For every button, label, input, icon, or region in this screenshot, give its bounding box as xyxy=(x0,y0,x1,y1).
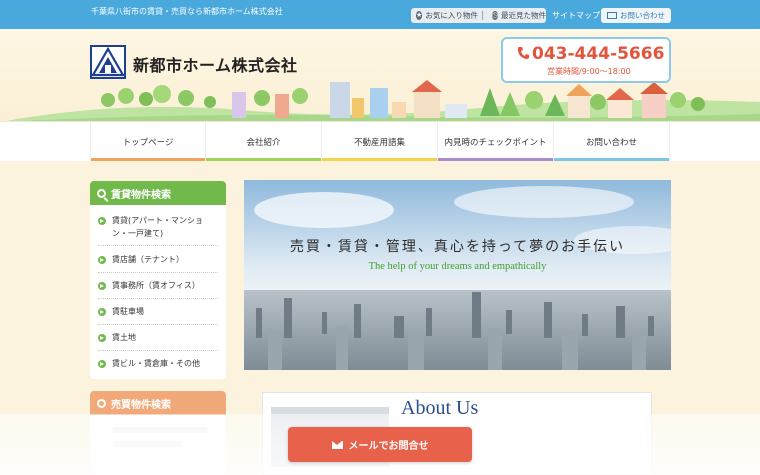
sidebar-item-parking[interactable]: 賃駐車場 xyxy=(98,305,218,325)
phone-box: 043-444-5666 営業時間/9:00～18:00 xyxy=(501,37,671,83)
nav-underline xyxy=(91,158,205,161)
nav-underline xyxy=(206,158,321,161)
top-contact-button[interactable]: お問い合わせ xyxy=(601,8,671,23)
utility-pill: ★ お気に入り物件 ◷ 最近見た物件 xyxy=(411,8,546,23)
sidebar-item-label: 賃ビル・賃倉庫・その他 xyxy=(112,359,200,368)
phone-number: 043-444-5666 xyxy=(532,44,665,64)
sidebar-item-store[interactable]: 賃店舗（テナント） xyxy=(98,253,218,273)
nav-label: トップページ xyxy=(122,137,174,148)
recent-link[interactable]: 最近見た物件 xyxy=(501,10,546,21)
phone-icon xyxy=(518,47,529,59)
nav-label: お問い合わせ xyxy=(585,137,637,148)
nav-top[interactable]: トップページ xyxy=(90,122,206,161)
star-icon: ★ xyxy=(416,11,423,20)
mail-contact-button[interactable]: メールでお問合せ xyxy=(288,427,472,462)
sidebar-item-label: 賃駐車場 xyxy=(112,307,144,316)
hero-subheadline: The help of your dreams and empathically xyxy=(368,261,547,272)
nav-glossary[interactable]: 不動産用語集 xyxy=(322,122,438,161)
sidebar-item-label: 賃貸(アパート・マンション・一戸建て) xyxy=(112,216,203,238)
rental-search-panel: 賃貸物件検索 賃貸(アパート・マンション・一戸建て) 賃店舗（テナント） 賃事務… xyxy=(90,181,226,379)
divider xyxy=(481,11,483,20)
arrow-bullet-icon xyxy=(98,256,106,264)
sidebar-item-label: 賃事務所（賃オフィス） xyxy=(112,281,200,290)
sale-search-heading: 売買物件検索 xyxy=(90,391,226,415)
arrow-bullet-icon xyxy=(98,282,106,290)
sidebar-item-label: 賃土地 xyxy=(112,333,136,342)
nav-checkpoints[interactable]: 内見時のチェックポイント xyxy=(438,122,554,161)
mail-contact-label: メールでお問合せ xyxy=(348,441,429,452)
mail-icon xyxy=(331,440,343,449)
nav-underline xyxy=(554,158,669,161)
rental-search-title: 賃貸物件検索 xyxy=(111,189,171,201)
global-nav: トップページ 会社紹介 不動産用語集 内見時のチェックポイント お問い合わせ xyxy=(0,121,760,161)
sidebar-item-label: 賃店舗（テナント） xyxy=(112,255,184,264)
arrow-bullet-icon xyxy=(98,334,106,342)
search-icon xyxy=(97,188,106,198)
sale-search-title: 売買物件検索 xyxy=(111,399,171,411)
nav-company[interactable]: 会社紹介 xyxy=(206,122,322,161)
sidebar-item-land[interactable]: 賃土地 xyxy=(98,331,218,351)
search-icon xyxy=(97,398,106,408)
arrow-bullet-icon xyxy=(98,360,106,368)
company-name: 新都市ホーム株式会社 xyxy=(133,56,298,75)
nav-label: 会社紹介 xyxy=(246,137,281,148)
sitemap-link[interactable]: サイトマップ xyxy=(552,10,600,21)
company-logo[interactable] xyxy=(90,45,126,79)
hero-headline: 売買・賃貸・管理、真心を持って夢のお手伝い xyxy=(289,239,626,255)
top-contact-label: お問い合わせ xyxy=(620,11,665,20)
mail-icon xyxy=(607,12,617,19)
arrow-bullet-icon xyxy=(98,217,106,225)
favorites-link[interactable]: お気に入り物件 xyxy=(425,10,478,21)
business-hours: 営業時間/9:00～18:00 xyxy=(547,67,631,76)
nav-label: 不動産用語集 xyxy=(353,137,405,148)
nav-underline xyxy=(438,158,553,161)
site-tagline: 千葉県八街市の賃貸・売買なら新都市ホーム株式会社 xyxy=(91,7,283,16)
nav-label: 内見時のチェックポイント xyxy=(444,137,547,148)
rental-search-heading: 賃貸物件検索 xyxy=(90,181,226,205)
nav-underline xyxy=(322,158,437,161)
nav-contact[interactable]: お問い合わせ xyxy=(554,122,670,161)
sidebar-item-residential[interactable]: 賃貸(アパート・マンション・一戸建て) xyxy=(98,214,218,246)
sidebar-item-other[interactable]: 賃ビル・賃倉庫・その他 xyxy=(98,357,218,375)
phone-number-wrap[interactable]: 043-444-5666 xyxy=(517,44,664,64)
city-skyline-image xyxy=(244,180,671,370)
sidebar-item-office[interactable]: 賃事務所（賃オフィス） xyxy=(98,279,218,299)
arrow-bullet-icon xyxy=(98,308,106,316)
clock-icon: ◷ xyxy=(491,11,498,20)
hero-banner: 売買・賃貸・管理、真心を持って夢のお手伝い The help of your d… xyxy=(244,180,671,370)
